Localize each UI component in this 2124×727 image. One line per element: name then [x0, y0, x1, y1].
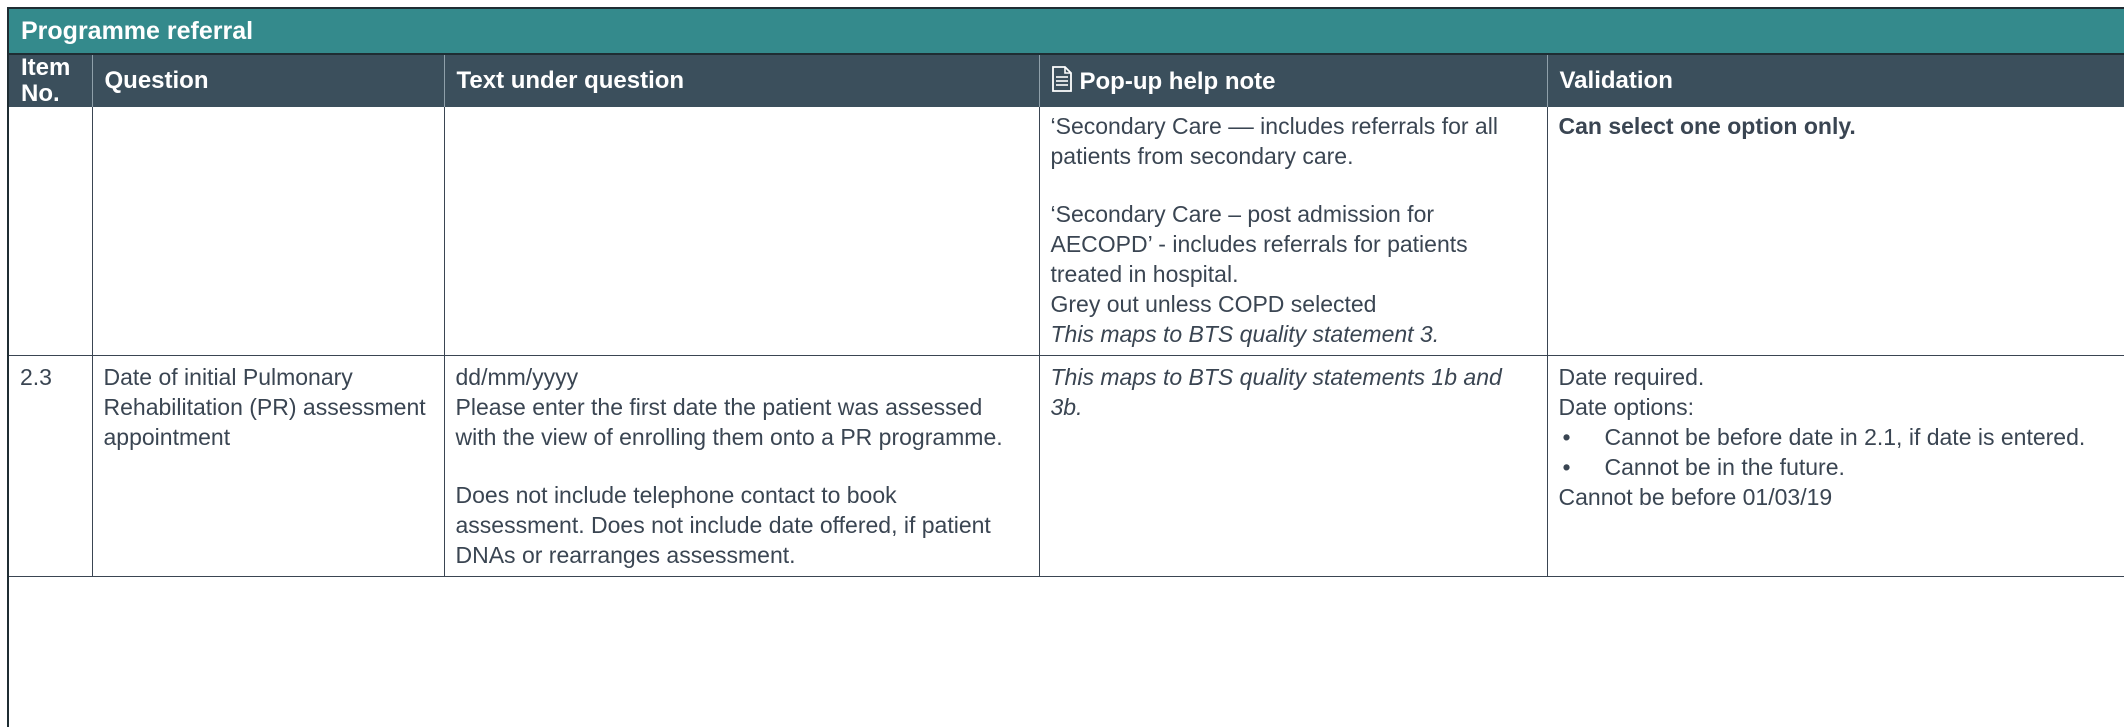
referral-table: Item No. Question Text under question Po…: [9, 55, 2124, 577]
table-row: ‘Secondary Care –– includes referrals fo…: [9, 107, 2124, 356]
validation-not-before: Cannot be before 01/03/19: [1559, 482, 2124, 512]
validation-bullet-list: Cannot be before date in 2.1, if date is…: [1559, 422, 2124, 482]
header-validation: Validation: [1547, 55, 2124, 107]
cell-item-no: [9, 107, 92, 356]
cell-validation: Can select one option only.: [1547, 107, 2124, 356]
header-help-note: Pop-up help note: [1039, 55, 1547, 107]
section-title: Programme referral: [9, 7, 2124, 55]
programme-referral-table-frame: Programme referral Item No. Question Tex…: [7, 7, 2124, 727]
cell-question: Date of initial Pulmonary Rehabilitation…: [92, 356, 444, 577]
cell-question: [92, 107, 444, 356]
help-note-post-admission: ‘Secondary Care – post admission for AEC…: [1051, 199, 1536, 289]
validation-select-one: Can select one option only.: [1559, 111, 2124, 141]
cell-item-no: 2.3: [9, 356, 92, 577]
table-row: 2.3 Date of initial Pulmonary Rehabilita…: [9, 356, 2124, 577]
validation-date-options: Date options:: [1559, 392, 2124, 422]
help-note-secondary-care: ‘Secondary Care –– includes referrals fo…: [1051, 111, 1536, 171]
list-item: Cannot be in the future.: [1559, 452, 2124, 482]
header-item-no: Item No.: [9, 55, 92, 107]
instruction-exclusions: Does not include telephone contact to bo…: [456, 480, 1028, 570]
help-note-bts-statements: This maps to BTS quality statements 1b a…: [1051, 362, 1536, 422]
cell-validation: Date required. Date options: Cannot be b…: [1547, 356, 2124, 577]
document-icon: [1052, 66, 1072, 92]
cell-help-note: This maps to BTS quality statements 1b a…: [1039, 356, 1547, 577]
list-item: Cannot be before date in 2.1, if date is…: [1559, 422, 2124, 452]
help-note-grey-out: Grey out unless COPD selected: [1051, 289, 1536, 319]
cell-text-under-question: dd/mm/yyyy Please enter the first date t…: [444, 356, 1039, 577]
help-note-bts-statement: This maps to BTS quality statement 3.: [1051, 319, 1536, 349]
header-text-under-question: Text under question: [444, 55, 1039, 107]
date-format: dd/mm/yyyy: [456, 362, 1028, 392]
header-row: Item No. Question Text under question Po…: [9, 55, 2124, 107]
header-help-note-label: Pop-up help note: [1080, 68, 1276, 95]
instruction-first-date: Please enter the first date the patient …: [456, 392, 1028, 452]
validation-date-required: Date required.: [1559, 362, 2124, 392]
cell-text-under-question: [444, 107, 1039, 356]
header-question: Question: [92, 55, 444, 107]
cell-help-note: ‘Secondary Care –– includes referrals fo…: [1039, 107, 1547, 356]
